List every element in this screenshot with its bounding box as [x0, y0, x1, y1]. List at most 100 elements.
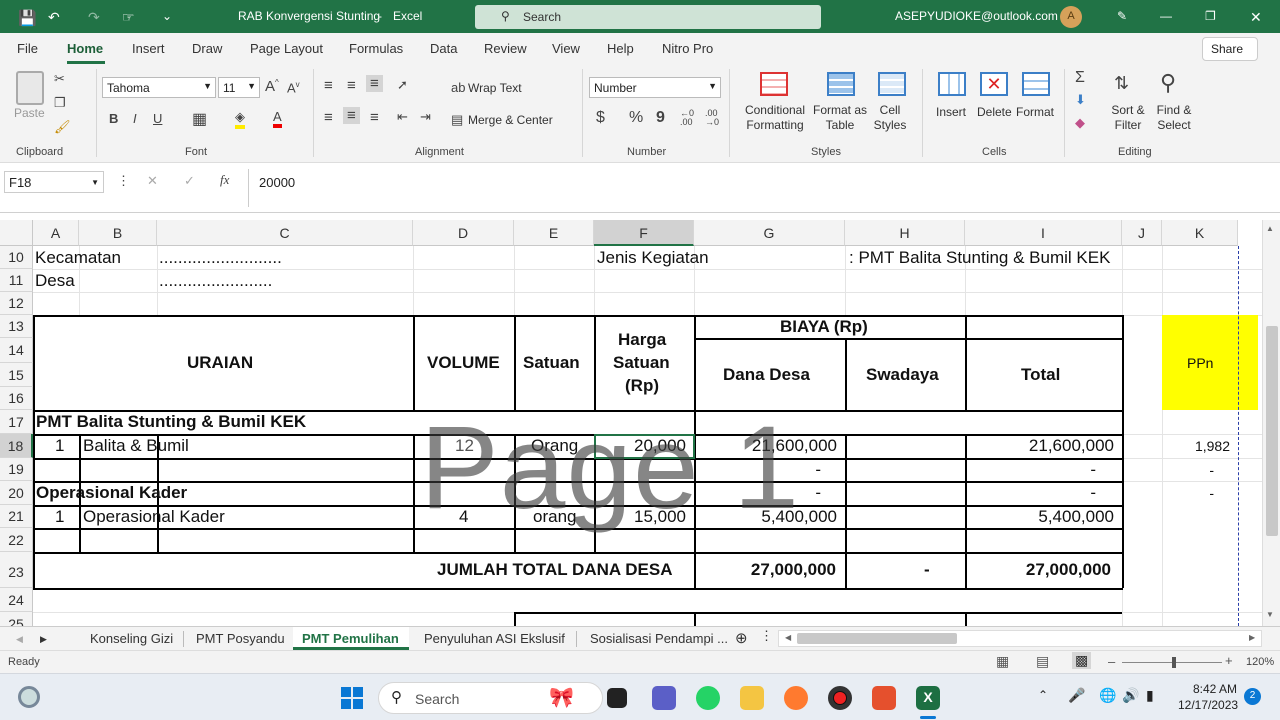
- cell-total[interactable]: -: [965, 458, 1096, 482]
- row-header[interactable]: 11: [0, 269, 33, 292]
- teams-icon[interactable]: [652, 686, 676, 710]
- percent-button[interactable]: %: [629, 109, 643, 127]
- sort-filter-button[interactable]: Sort & Filter: [1108, 103, 1148, 133]
- cell-styles-button[interactable]: Cell Styles: [866, 103, 914, 133]
- row-header[interactable]: 22: [0, 528, 33, 552]
- font-color-icon[interactable]: A: [273, 109, 282, 128]
- font-name-select[interactable]: Tahoma ▼: [102, 77, 216, 98]
- cell-no[interactable]: 1: [55, 434, 64, 458]
- task-view-icon[interactable]: [607, 688, 627, 708]
- nitro-icon[interactable]: [872, 686, 896, 710]
- decrease-indent-icon[interactable]: ⇤: [397, 109, 408, 125]
- wrap-text-button[interactable]: Wrap Text: [468, 81, 522, 96]
- share-button[interactable]: Share: [1202, 37, 1258, 61]
- increase-indent-icon[interactable]: ⇥: [420, 109, 431, 125]
- currency-button[interactable]: $: [596, 109, 605, 127]
- cell-uraian[interactable]: Operasional Kader: [83, 505, 225, 529]
- avatar[interactable]: A: [1060, 6, 1082, 28]
- bold-button[interactable]: B: [109, 111, 118, 126]
- taskbar-search[interactable]: ⚲ Search 🎀: [378, 682, 603, 714]
- zoom-slider-thumb[interactable]: [1172, 657, 1176, 668]
- fill-color-icon[interactable]: ◈: [235, 109, 245, 129]
- header-ppn[interactable]: PPn: [1187, 351, 1213, 375]
- tab-nitro-pro[interactable]: Nitro Pro: [662, 41, 713, 56]
- row-header[interactable]: 25: [0, 612, 33, 626]
- battery-icon[interactable]: ▮: [1146, 687, 1154, 704]
- row-header-selected[interactable]: 18: [0, 434, 33, 458]
- cell-total[interactable]: 21,600,000: [965, 434, 1114, 458]
- comma-button[interactable]: 9: [656, 109, 665, 127]
- row-header[interactable]: 15: [0, 363, 33, 387]
- tab-file[interactable]: File: [17, 41, 38, 56]
- scroll-up-icon[interactable]: ▲: [1266, 224, 1274, 233]
- cell-uraian[interactable]: Balita & Bumil: [83, 434, 189, 458]
- cell-jenis-kegiatan-value[interactable]: : PMT Balita Stunting & Bumil KEK: [849, 246, 1110, 270]
- row-header[interactable]: 10: [0, 246, 33, 269]
- add-sheet-icon[interactable]: ⊕: [735, 629, 748, 647]
- page-break-preview-icon[interactable]: ▩: [1072, 652, 1092, 669]
- header-uraian[interactable]: URAIAN: [187, 351, 253, 375]
- insert-button[interactable]: Insert: [936, 105, 966, 120]
- row-header[interactable]: 23: [0, 552, 33, 588]
- close-icon[interactable]: ✕: [1250, 9, 1262, 26]
- row-header[interactable]: 24: [0, 588, 33, 612]
- cell-ppn[interactable]: -: [1162, 481, 1214, 505]
- section-operasional-kader[interactable]: Operasional Kader: [36, 481, 187, 505]
- column-header-selected[interactable]: F: [594, 220, 694, 246]
- fill-icon[interactable]: ⬇: [1075, 92, 1086, 108]
- align-left-icon[interactable]: ≡: [324, 109, 333, 126]
- globe-icon[interactable]: 🌐: [1099, 687, 1116, 704]
- name-box[interactable]: F18 ▼: [4, 171, 104, 193]
- cell-total[interactable]: -: [965, 481, 1096, 505]
- column-header[interactable]: A: [33, 220, 79, 246]
- save-icon[interactable]: 💾: [18, 9, 37, 27]
- cell-kecamatan-label[interactable]: Kecamatan: [35, 246, 121, 270]
- column-header[interactable]: I: [965, 220, 1122, 246]
- paste-icon[interactable]: [16, 71, 44, 105]
- increase-decimal-icon[interactable]: ←0.00: [680, 109, 694, 127]
- horizontal-scrollbar[interactable]: ◀ ▶: [778, 630, 1262, 647]
- sheet-tab[interactable]: Penyuluhan ASI Ekslusif: [424, 631, 565, 646]
- conditional-formatting-button[interactable]: Conditional Formatting: [739, 103, 811, 133]
- header-biaya[interactable]: BIAYA (Rp): [780, 315, 868, 339]
- vertical-scrollbar[interactable]: ▲ ▼: [1262, 220, 1280, 626]
- tab-review[interactable]: Review: [484, 41, 527, 56]
- cell-kecamatan-value[interactable]: ..........................: [159, 246, 282, 270]
- header-harga-line2[interactable]: Satuan: [613, 351, 670, 375]
- header-volume[interactable]: VOLUME: [427, 351, 500, 375]
- tab-formulas[interactable]: Formulas: [349, 41, 403, 56]
- scroll-down-icon[interactable]: ▼: [1266, 610, 1274, 619]
- normal-view-icon[interactable]: ▦: [996, 653, 1009, 670]
- decrease-decimal-icon[interactable]: .00 →0: [705, 109, 719, 127]
- orientation-icon[interactable]: ➚: [397, 77, 408, 93]
- excel-taskbar-icon[interactable]: X: [916, 686, 940, 710]
- touch-mode-icon[interactable]: ☞: [122, 9, 135, 26]
- row-header[interactable]: 13: [0, 315, 33, 338]
- widgets-icon[interactable]: [18, 686, 40, 708]
- number-format-select[interactable]: Number ▼: [589, 77, 721, 98]
- microphone-icon[interactable]: 🎤: [1068, 687, 1085, 704]
- column-header[interactable]: G: [694, 220, 845, 246]
- firefox-icon[interactable]: [784, 686, 808, 710]
- column-header[interactable]: D: [413, 220, 514, 246]
- cut-icon[interactable]: ✂: [54, 71, 65, 87]
- underline-button[interactable]: U: [153, 111, 162, 126]
- header-harga-line3[interactable]: (Rp): [625, 374, 659, 398]
- cell-desa-label[interactable]: Desa: [35, 269, 75, 293]
- tab-scroll-right-icon[interactable]: ▶: [40, 634, 47, 645]
- cell-ppn[interactable]: 1,982: [1162, 434, 1230, 458]
- column-header[interactable]: K: [1162, 220, 1238, 246]
- clock-date[interactable]: 12/17/2023: [1178, 698, 1238, 712]
- header-swadaya[interactable]: Swadaya: [866, 363, 939, 387]
- zoom-in-icon[interactable]: +: [1225, 653, 1233, 668]
- customize-qat-icon[interactable]: ⌄: [162, 9, 172, 23]
- row-header[interactable]: 19: [0, 458, 33, 481]
- cell-desa-value[interactable]: ........................: [159, 269, 272, 293]
- sheet-tab[interactable]: Konseling Gizi: [90, 631, 173, 646]
- decrease-font-icon[interactable]: Av: [287, 80, 300, 95]
- paste-button[interactable]: Paste: [14, 106, 45, 121]
- redo-icon[interactable]: ↷: [88, 9, 100, 26]
- header-dana-desa[interactable]: Dana Desa: [723, 363, 810, 387]
- cancel-icon[interactable]: ✕: [147, 173, 158, 189]
- tray-chevron-icon[interactable]: ⌃: [1038, 688, 1048, 702]
